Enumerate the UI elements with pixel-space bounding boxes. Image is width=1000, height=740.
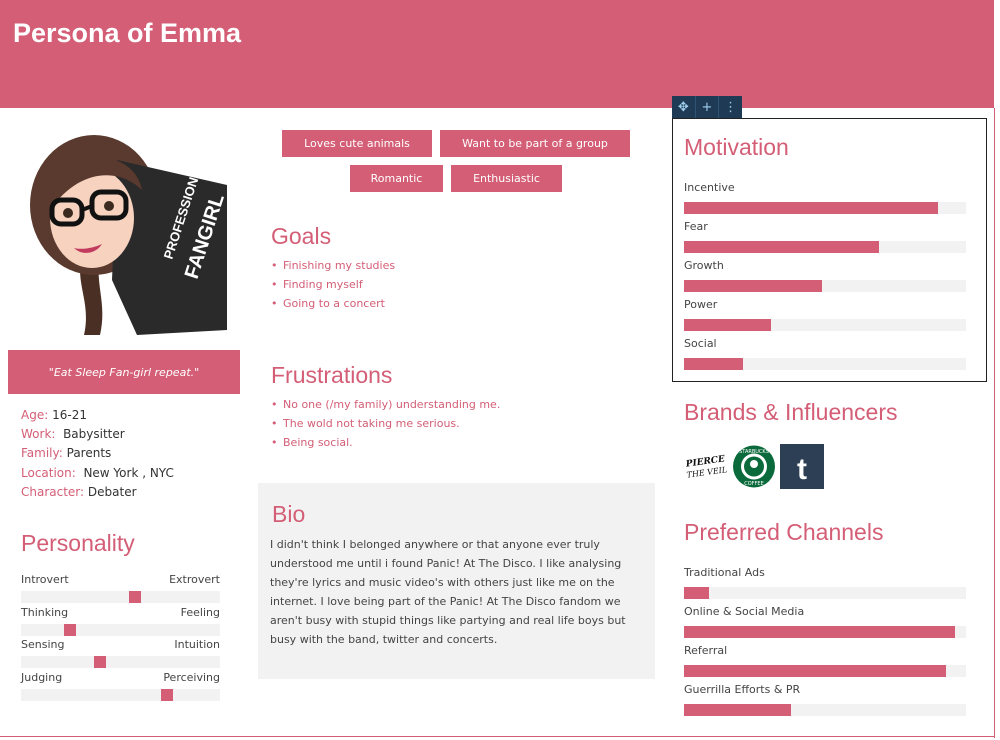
motivation-bar-fill [684, 241, 879, 253]
fact-location: Location: New York , NYC [21, 465, 174, 480]
motivation-bar-label: Incentive [684, 181, 735, 194]
personality-scale-sensing: Sensing Intuition [21, 638, 220, 668]
scale-right-label: Extrovert [169, 573, 220, 586]
fact-character: Character: Debater [21, 484, 137, 499]
channel-bar-fill [684, 626, 955, 638]
scale-knob [64, 624, 76, 636]
bio-title: Bio [272, 501, 306, 527]
svg-text:STARBUCKS: STARBUCKS [739, 449, 769, 455]
list-item: Going to a concert [272, 294, 395, 313]
frustrations-title: Frustrations [271, 362, 393, 388]
motivation-bar-fill [684, 358, 743, 370]
scale-knob [129, 591, 141, 603]
motivation-bar-track [684, 241, 966, 253]
list-item: Finishing my studies [272, 256, 395, 275]
list-item: Being social. [272, 433, 500, 452]
more-icon[interactable]: ⋮ [719, 96, 742, 118]
svg-text:COFFEE: COFFEE [744, 481, 764, 487]
motivation-bar-label: Fear [684, 220, 708, 233]
tag-loves-cute-animals: Loves cute animals [282, 130, 432, 157]
persona-quote: "Eat Sleep Fan-girl repeat." [8, 350, 240, 394]
list-item: No one (/my family) understanding me. [272, 395, 500, 414]
brand-logos: PIERCE THE VEIL STARBUCKS COFFEE t [684, 444, 824, 489]
motivation-bar-fill [684, 280, 822, 292]
channel-bar-track [684, 626, 966, 638]
scale-knob [94, 656, 106, 668]
scale-track [21, 624, 220, 636]
scale-track [21, 591, 220, 603]
add-icon[interactable]: + [696, 96, 720, 118]
move-icon[interactable]: ✥ [672, 96, 696, 118]
channel-bar-track [684, 665, 966, 677]
page-title: Persona of Emma [13, 18, 242, 48]
list-item: Finding myself [272, 275, 395, 294]
scale-left-label: Thinking [21, 606, 69, 619]
tag-romantic: Romantic [350, 165, 443, 192]
fact-work: Work: Babysitter [21, 427, 125, 442]
bio-panel: Bio I didn't think I belonged anywhere o… [258, 483, 655, 679]
channel-bar-track [684, 704, 966, 716]
channel-bar-fill [684, 704, 791, 716]
starbucks-logo: STARBUCKS COFFEE [732, 444, 776, 489]
scale-track [21, 656, 220, 668]
scale-left-label: Judging [21, 671, 63, 684]
channel-bar-label: Traditional Ads [684, 566, 765, 579]
motivation-bar-track [684, 319, 966, 331]
scale-track [21, 689, 220, 701]
motivation-bar-fill [684, 319, 771, 331]
scale-knob [161, 689, 173, 701]
channel-bar-fill [684, 665, 946, 677]
personality-title: Personality [21, 530, 135, 556]
svg-text:t: t [797, 453, 807, 486]
brands-title: Brands & Influencers [684, 399, 898, 425]
bio-text: I didn't think I belonged anywhere or th… [270, 538, 626, 646]
right-border [994, 108, 995, 738]
persona-facts: Age: 16-21 Work: Babysitter Family: Pare… [21, 406, 174, 502]
tag-part-of-group: Want to be part of a group [440, 130, 630, 157]
motivation-bar-fill [684, 202, 938, 214]
frustrations-list: No one (/my family) understanding me. Th… [272, 395, 500, 452]
scale-right-label: Feeling [180, 606, 220, 619]
motivation-title: Motivation [684, 134, 789, 160]
motivation-bar-label: Power [684, 298, 718, 311]
avatar-illustration: PROFESSIONAL FANGIRL [30, 135, 227, 335]
goals-title: Goals [271, 223, 332, 249]
goals-list: Finishing my studies Finding myself Goin… [272, 256, 395, 313]
scale-left-label: Sensing [21, 638, 65, 651]
header-banner: Persona of Emma [0, 0, 994, 108]
avatar: PROFESSIONAL FANGIRL [22, 130, 227, 337]
tag-enthusiastic: Enthusiastic [451, 165, 562, 192]
list-item: The wold not taking me serious. [272, 414, 500, 433]
scale-right-label: Perceiving [163, 671, 220, 684]
scale-left-label: Introvert [21, 573, 69, 586]
channel-bar-track [684, 587, 966, 599]
personality-scale-judging: Judging Perceiving [21, 671, 220, 701]
motivation-bar-label: Social [684, 337, 717, 350]
motivation-bar-track [684, 280, 966, 292]
personality-scale-introvert: Introvert Extrovert [21, 573, 220, 603]
channels-title: Preferred Channels [684, 519, 884, 545]
motivation-bar-track [684, 202, 966, 214]
channel-bar-label: Guerrilla Efforts & PR [684, 683, 801, 696]
channel-bar-label: Referral [684, 644, 728, 657]
channel-bar-fill [684, 587, 709, 599]
scale-right-label: Intuition [174, 638, 220, 651]
tumblr-logo: t [780, 444, 824, 489]
personality-scale-thinking: Thinking Feeling [21, 606, 220, 636]
motivation-bar-track [684, 358, 966, 370]
bottom-border [0, 736, 995, 737]
fact-age: Age: 16-21 [21, 408, 87, 422]
channel-bar-label: Online & Social Media [684, 605, 805, 618]
widget-toolbar: ✥ + ⋮ [672, 96, 742, 118]
fact-family: Family: Parents [21, 446, 112, 461]
pierce-the-veil-logo: PIERCE THE VEIL [684, 444, 728, 489]
motivation-bar-label: Growth [684, 259, 724, 272]
